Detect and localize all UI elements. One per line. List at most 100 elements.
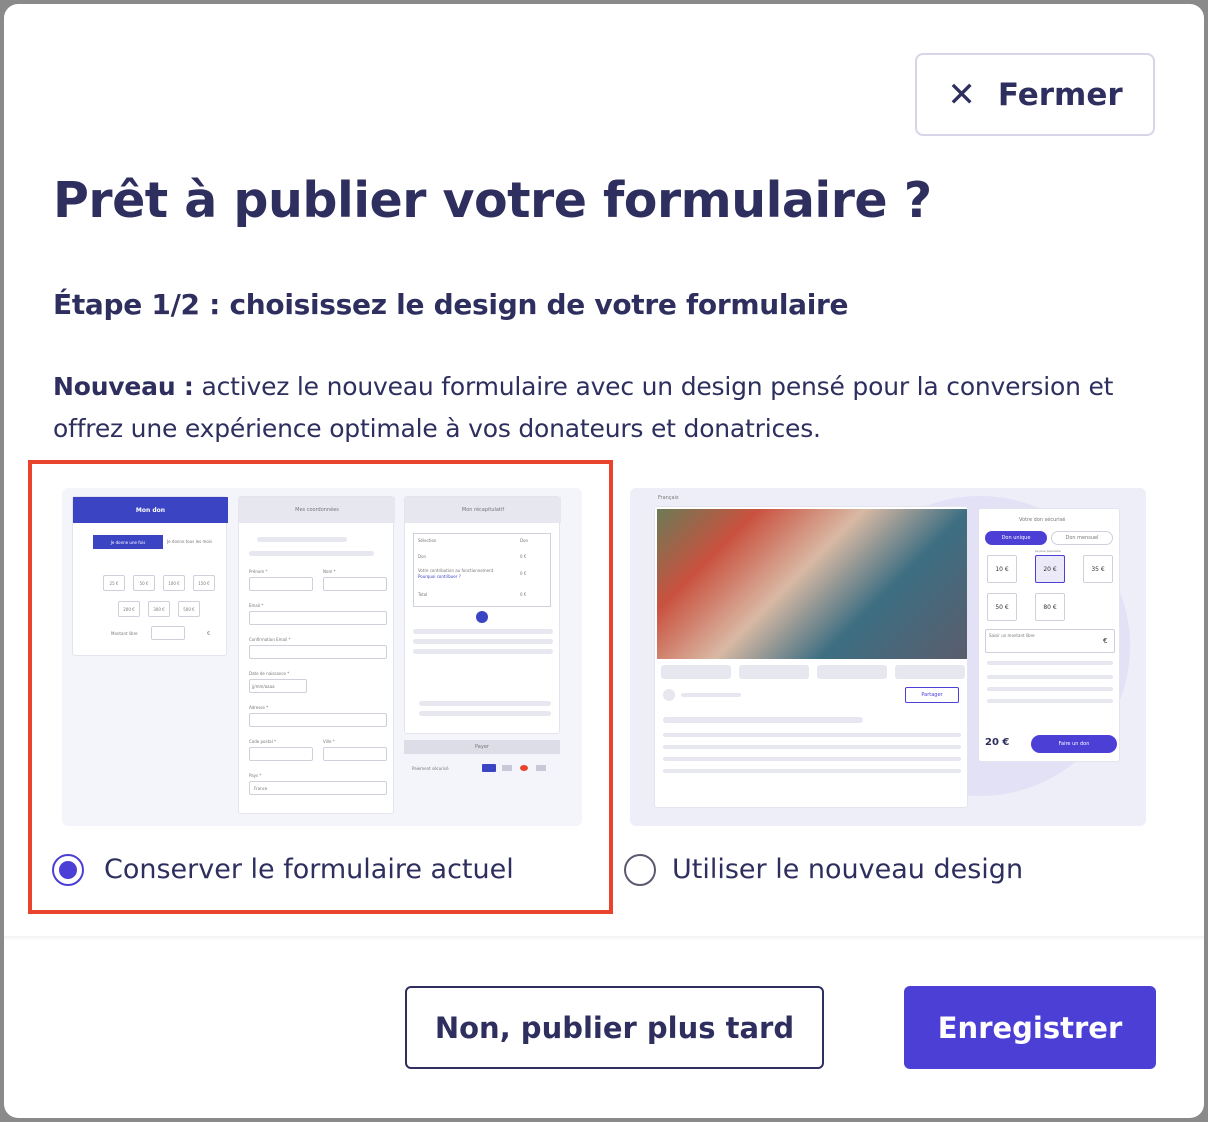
preview-amount: 100 € [163, 575, 185, 591]
preview-input [323, 747, 387, 761]
preview-donate-button: Faire un don [1031, 735, 1117, 753]
preview-tab-donation: Mon don [73, 497, 228, 523]
preview-recap-cell: Total [418, 592, 428, 597]
preview-recap-panel: Mon récapitulatif Sélection Don Don 0 € … [404, 496, 561, 734]
preview-line [663, 717, 863, 723]
preview-line [987, 699, 1113, 703]
preview-donation-card: Votre don sécurisé Don unique Don mensue… [978, 508, 1120, 762]
desc-strong: Nouveau : [53, 372, 194, 401]
preview-amount: 25 € [103, 575, 125, 591]
preview-input [323, 577, 387, 591]
preview-total: 20 € [985, 737, 1010, 748]
preview-line [681, 693, 741, 697]
preview-field-label: Email * [249, 603, 264, 608]
wallet-icon [536, 765, 546, 771]
preview-share-button: Partager [905, 687, 959, 703]
footer-divider [4, 936, 1204, 940]
preview-donation-panel: Mon don Je donne une fois Je donne tous … [72, 496, 228, 656]
desc-text: activez le nouveau formulaire avec un de… [53, 372, 1114, 443]
radio-new-design[interactable] [624, 854, 656, 886]
preview-tag [661, 665, 731, 679]
preview-line [987, 661, 1113, 665]
preview-amount: 10 € [987, 555, 1017, 583]
preview-line [419, 711, 551, 716]
preview-main-panel: Partager [654, 506, 968, 808]
preview-recap-link: Pourquoi contribuer ? [418, 574, 461, 579]
preview-field-label: Confirmation Email * [249, 637, 291, 642]
preview-contact-panel: Mes coordonnées Prénom * Nom * Email * C… [238, 496, 395, 814]
preview-country-select: France [249, 781, 387, 795]
preview-input [249, 577, 313, 591]
preview-recap-table: Sélection Don Don 0 € Votre contribution… [413, 533, 551, 607]
preview-amount: 150 € [193, 575, 215, 591]
preview-tag [739, 665, 809, 679]
modal-description: Nouveau : activez le nouveau formulaire … [53, 366, 1173, 450]
preview-line [663, 745, 961, 749]
save-button[interactable]: Enregistrer [904, 986, 1156, 1069]
preview-language: Français [658, 495, 679, 501]
mastercard-icon [520, 765, 528, 771]
preview-input [249, 645, 387, 659]
option-current-form[interactable]: Mon don Je donne une fois Je donne tous … [28, 460, 613, 914]
preview-secure-label: Paiement sécurisé [412, 766, 449, 771]
preview-amount: 50 € [133, 575, 155, 591]
preview-amount: 500 € [178, 601, 200, 617]
preview-tab-contact: Mes coordonnées [239, 497, 395, 523]
modal-title: Prêt à publier votre formulaire ? [53, 172, 932, 229]
new-design-preview: Français Partager Votre don sécurisé Don… [630, 488, 1146, 826]
preview-free-amount: Montant libre [111, 631, 138, 636]
preview-input [249, 713, 387, 727]
preview-field-label: Prénom * [249, 569, 268, 574]
option-current-label[interactable]: Conserver le formulaire actuel [104, 854, 514, 885]
publish-modal: ✕ Fermer Prêt à publier votre formulaire… [4, 4, 1204, 1118]
option-new-design[interactable]: Français Partager Votre don sécurisé Don… [614, 474, 1154, 894]
preview-amount: 50 € [987, 593, 1017, 621]
preview-amount: 300 € [148, 601, 170, 617]
radio-current-form[interactable] [52, 854, 84, 886]
preview-field-label: Adresse * [249, 705, 269, 710]
option-new-label[interactable]: Utiliser le nouveau design [672, 854, 1023, 885]
preview-amount: 35 € [1083, 555, 1113, 583]
preview-input [249, 747, 313, 761]
preview-heart-icon [476, 611, 488, 623]
preview-amount: 200 € [118, 601, 140, 617]
preview-field-label: Pays * [249, 773, 262, 778]
preview-once-toggle: Je donne une fois [93, 535, 163, 549]
preview-recap-cell: Sélection [418, 538, 437, 543]
close-icon: ✕ [947, 74, 976, 115]
preview-tag [895, 665, 965, 679]
preview-line [413, 639, 553, 644]
avatar [663, 689, 675, 701]
preview-line [419, 701, 551, 706]
preview-recap-cell: Votre contribution au fonctionnement [418, 568, 494, 573]
preview-recap-cell: 0 € [520, 571, 527, 576]
preview-currency: € [207, 631, 211, 637]
preview-recap-cell: 0 € [520, 554, 527, 559]
preview-tab-recap: Mon récapitulatif [405, 497, 561, 523]
preview-monthly-toggle: Je donne tous les mois [167, 539, 213, 544]
step-heading: Étape 1/2 : choisissez le design de votr… [53, 288, 849, 321]
preview-line [249, 551, 374, 556]
preview-field-label: Code postal * [249, 739, 276, 744]
preview-once-toggle: Don unique [985, 531, 1047, 545]
preview-tag [817, 665, 887, 679]
publish-later-button[interactable]: Non, publier plus tard [405, 986, 824, 1069]
preview-recap-cell: Don [520, 538, 529, 543]
preview-date-input: jj/mm/aaaa [249, 679, 307, 693]
preview-field-label: Ville * [323, 739, 335, 744]
preview-amount: 80 € [1035, 593, 1065, 621]
preview-line [413, 629, 553, 634]
preview-secure-title: Votre don sécurisé [1019, 517, 1066, 523]
preview-line [663, 769, 961, 773]
preview-field-label: Date de naissance * [249, 671, 290, 676]
visa-icon [502, 765, 512, 771]
card-icon [482, 764, 496, 772]
preview-photo-hands [657, 509, 967, 659]
preview-currency: € [1103, 637, 1108, 645]
close-button[interactable]: ✕ Fermer [915, 53, 1155, 136]
preview-line [663, 733, 961, 737]
preview-field-label: Nom * [323, 569, 336, 574]
preview-free-amount-input [151, 626, 185, 640]
preview-input [249, 611, 387, 625]
preview-free-amount: Saisir un montant libre [989, 633, 1035, 638]
